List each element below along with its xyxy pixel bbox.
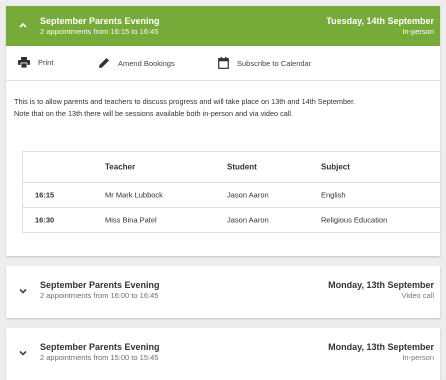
event-card-expanded: September Parents Evening 2 appointments… [6, 6, 441, 256]
event-description: This is to allow parents and teachers to… [14, 96, 440, 120]
row-subject: English [321, 190, 346, 200]
header-subject: Subject [321, 162, 350, 172]
pencil-icon [99, 58, 109, 68]
print-label: Print [38, 58, 54, 67]
header-teacher: Teacher [105, 162, 136, 172]
event-mode: In-person [402, 27, 434, 36]
event-title: September Parents Evening [40, 342, 160, 352]
event-header-collapsed[interactable]: September Parents Evening 2 appointments… [6, 266, 440, 318]
chevron-down-icon[interactable] [18, 348, 28, 358]
event-date: Monday, 13th September [328, 280, 434, 290]
table-header-row: Teacher Student Subject [23, 152, 440, 183]
amend-bookings-button[interactable]: Amend Bookings [98, 57, 175, 69]
event-header-expanded[interactable]: September Parents Evening 2 appointments… [6, 6, 440, 46]
event-subtitle: 2 appointments from 16:00 to 16:45 [40, 291, 159, 300]
row-time: 16:30 [35, 215, 55, 225]
subscribe-calendar-label: Subscribe to Calendar [237, 58, 312, 68]
row-student: Jason Aaron [227, 190, 269, 200]
table-row: 16:30 Miss Bina Patel Jason Aaron Religi… [23, 208, 440, 232]
event-title: September Parents Evening [40, 16, 160, 26]
row-time: 16:15 [35, 190, 55, 200]
event-mode: Video call [401, 291, 434, 300]
chevron-up-icon[interactable] [18, 20, 28, 30]
amend-bookings-label: Amend Bookings [118, 58, 175, 68]
event-toolbar: Print Amend Bookings Subscribe to Calend… [6, 46, 440, 81]
row-student: Jason Aaron [227, 215, 269, 225]
printer-icon [18, 57, 30, 68]
subscribe-calendar-button[interactable]: Subscribe to Calendar [218, 57, 311, 69]
event-mode: In-person [402, 353, 434, 362]
event-subtitle: 2 appointments from 15:00 to 15:45 [40, 353, 159, 362]
calendar-icon [218, 57, 229, 69]
appointments-table: Teacher Student Subject 16:15 Mr Mark Lu… [22, 151, 441, 233]
chevron-down-icon[interactable] [18, 286, 28, 296]
row-subject: Religious Education [321, 215, 388, 225]
row-teacher: Mr Mark Lubbock [105, 190, 163, 200]
header-student: Student [227, 162, 257, 172]
row-teacher: Miss Bina Patel [105, 215, 157, 225]
event-card-collapsed[interactable]: September Parents Evening 2 appointments… [6, 328, 440, 380]
event-title: September Parents Evening [40, 280, 160, 290]
print-button[interactable]: Print [18, 57, 53, 68]
event-date: Tuesday, 14th September [326, 16, 434, 26]
table-row: 16:15 Mr Mark Lubbock Jason Aaron Englis… [23, 183, 440, 208]
description-line-2: Note that on the 13th there will be sess… [14, 109, 294, 118]
event-date: Monday, 13th September [328, 342, 434, 352]
description-line-1: This is to allow parents and teachers to… [14, 97, 356, 106]
event-subtitle: 2 appointments from 16:15 to 16:45 [40, 27, 159, 36]
event-header-collapsed[interactable]: September Parents Evening 2 appointments… [6, 328, 440, 380]
event-card-collapsed[interactable]: September Parents Evening 2 appointments… [6, 266, 440, 318]
